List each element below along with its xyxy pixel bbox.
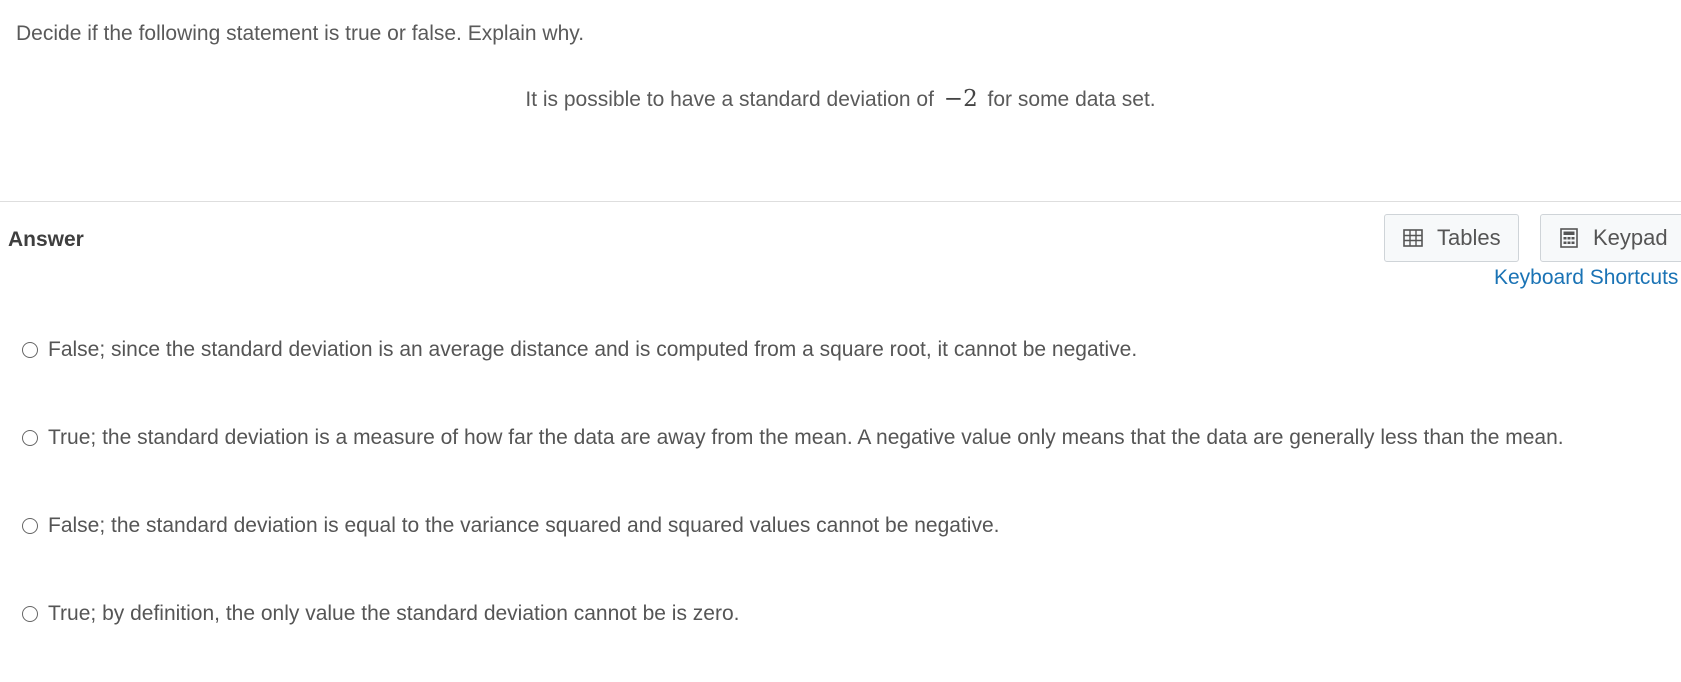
answer-option-4[interactable]: True; by definition, the only value the … [22,602,739,626]
radio-button[interactable] [22,606,38,622]
answer-option-label: False; since the standard deviation is a… [48,338,1138,361]
statement-text-before: It is possible to have a standard deviat… [525,88,934,111]
statement-math-value: −2 [943,86,978,112]
keypad-button[interactable]: Keypad [1540,214,1681,262]
tables-button[interactable]: Tables [1384,214,1519,262]
answer-option-label: True; by definition, the only value the … [48,602,740,625]
calculator-icon [1559,228,1579,248]
radio-button[interactable] [22,518,38,534]
radio-button[interactable] [22,342,38,358]
keyboard-shortcuts-link[interactable]: Keyboard Shortcuts [1494,266,1678,290]
answer-option-2[interactable]: True; the standard deviation is a measur… [22,426,1564,450]
answer-option-1[interactable]: False; since the standard deviation is a… [22,338,1137,362]
keypad-button-label: Keypad [1593,225,1668,250]
answer-option-3[interactable]: False; the standard deviation is equal t… [22,514,999,538]
question-statement: It is possible to have a standard deviat… [0,86,1681,112]
statement-text-after: for some data set. [987,88,1156,111]
tables-button-label: Tables [1437,225,1501,250]
answer-heading: Answer [8,228,84,251]
question-page: Decide if the following statement is tru… [0,0,1681,682]
answer-option-label: False; the standard deviation is equal t… [48,514,1000,537]
question-instruction: Decide if the following statement is tru… [16,22,585,45]
section-divider [0,201,1681,202]
radio-button[interactable] [22,430,38,446]
table-icon [1403,228,1423,248]
answer-option-label: True; the standard deviation is a measur… [48,426,1564,449]
